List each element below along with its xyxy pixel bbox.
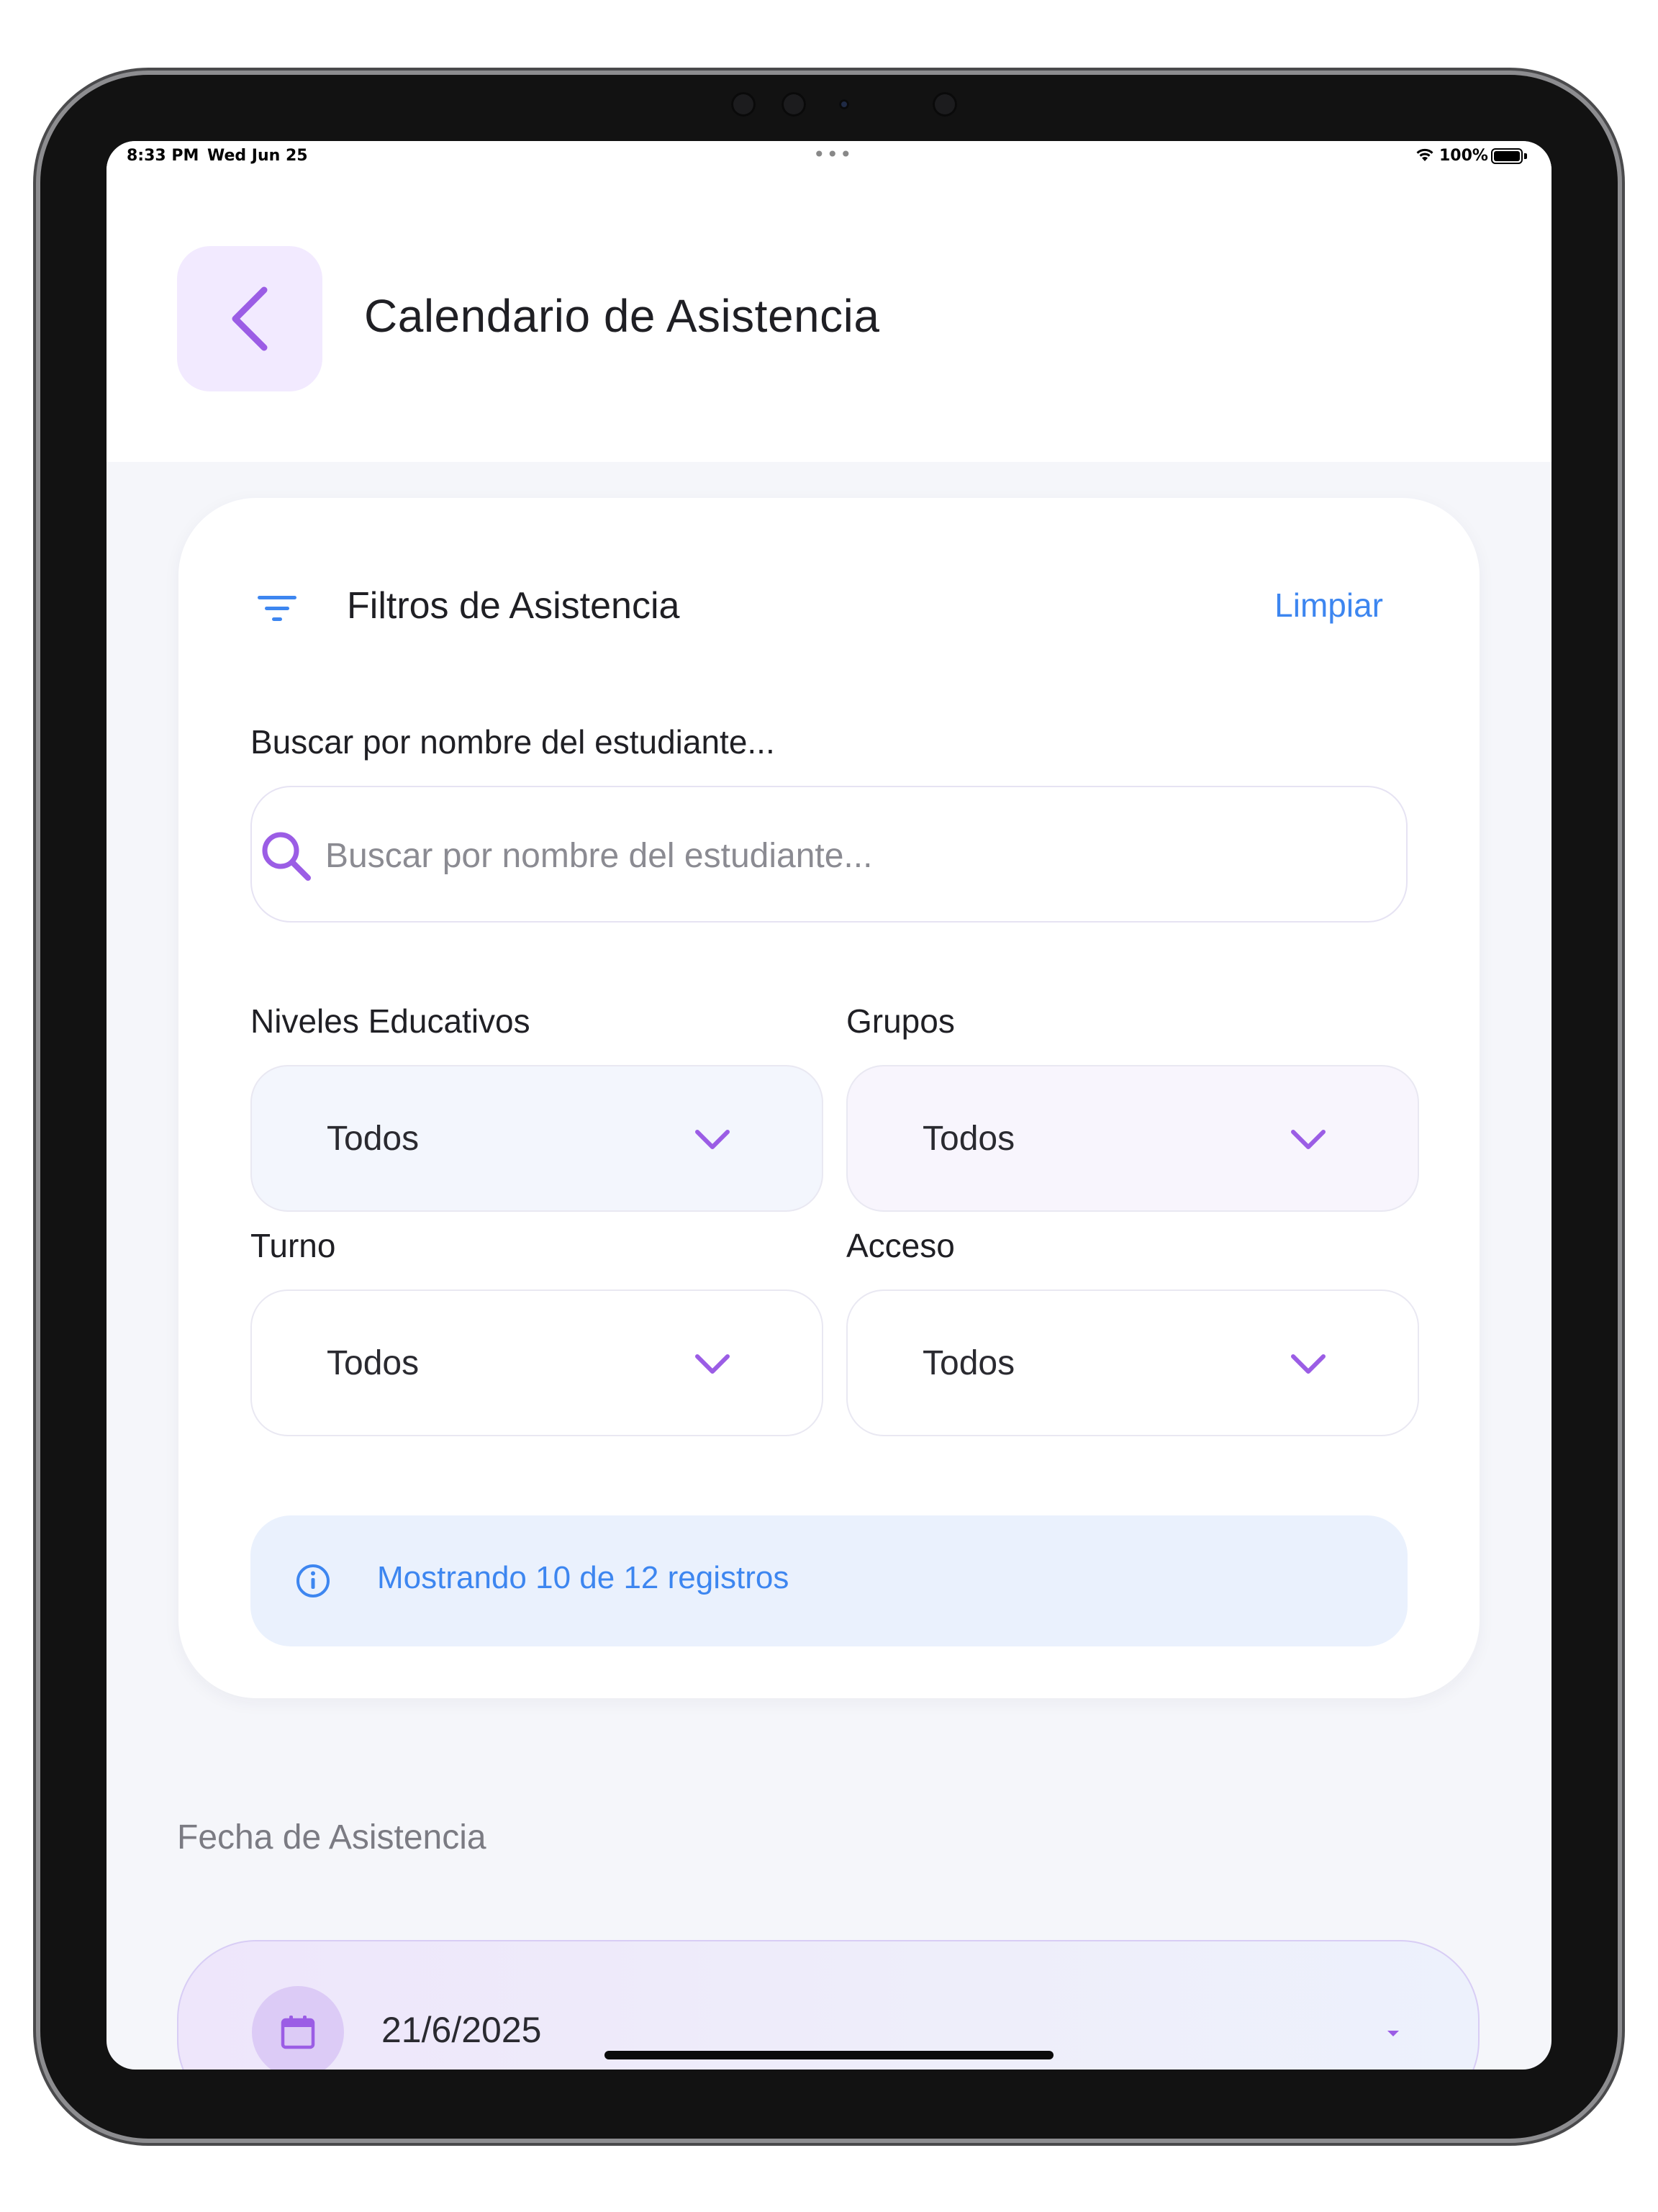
turno-value: Todos	[327, 1343, 420, 1382]
acceso-label: Acceso	[846, 1227, 955, 1264]
caret-down-icon	[1387, 2031, 1399, 2036]
date-picker[interactable]: 21/6/2025	[177, 1940, 1480, 2070]
chevron-down-icon	[1291, 1130, 1326, 1149]
battery-percentage: 100%	[1439, 147, 1488, 165]
back-button[interactable]	[177, 246, 322, 391]
results-info-box: Mostrando 10 de 12 registros	[250, 1515, 1408, 1646]
niveles-label: Niveles Educativos	[250, 1002, 530, 1040]
filter-icon	[258, 596, 296, 621]
wifi-icon	[1416, 148, 1433, 161]
calendar-icon	[281, 2016, 315, 2049]
camera-sensor	[933, 92, 957, 117]
chevron-down-icon	[695, 1354, 730, 1374]
results-info-text: Mostrando 10 de 12 registros	[377, 1560, 789, 1595]
chevron-down-icon	[695, 1130, 730, 1149]
home-indicator[interactable]	[604, 2051, 1054, 2059]
chevron-down-icon	[1291, 1354, 1326, 1374]
search-box[interactable]	[250, 786, 1408, 923]
chevron-left-icon	[232, 286, 268, 351]
turno-label: Turno	[250, 1227, 336, 1264]
multitasking-dots-icon[interactable]: •••	[813, 142, 853, 166]
niveles-select[interactable]: Todos	[250, 1065, 823, 1212]
volume-up-button	[1618, 216, 1625, 288]
turno-select[interactable]: Todos	[250, 1289, 823, 1436]
date-section-label: Fecha de Asistencia	[177, 1818, 486, 1857]
grupos-select[interactable]: Todos	[846, 1065, 1419, 1212]
camera-sensor	[782, 92, 806, 117]
volume-down-button	[1618, 308, 1625, 380]
acceso-value: Todos	[923, 1343, 1015, 1382]
date-value: 21/6/2025	[381, 2010, 542, 2050]
status-bar: 8:33 PM Wed Jun 25 ••• 100%	[107, 141, 1551, 170]
search-icon	[262, 832, 311, 881]
battery-tip	[1524, 153, 1527, 159]
status-date: Wed Jun 25	[207, 147, 308, 165]
status-time: 8:33 PM	[127, 147, 199, 165]
search-label: Buscar por nombre del estudiante...	[250, 723, 775, 761]
screen: 8:33 PM Wed Jun 25 ••• 100% Calendario d…	[107, 141, 1551, 2070]
calendar-icon-badge	[252, 1986, 344, 2070]
filters-card: Filtros de Asistencia Limpiar Buscar por…	[178, 498, 1480, 1698]
search-input[interactable]	[324, 816, 1389, 895]
grupos-label: Grupos	[846, 1002, 955, 1040]
info-icon	[296, 1564, 330, 1597]
camera-sensor	[731, 92, 756, 117]
camera-lens	[839, 99, 849, 109]
grupos-value: Todos	[923, 1119, 1015, 1158]
filters-title: Filtros de Asistencia	[347, 585, 680, 627]
page-title: Calendario de Asistencia	[364, 290, 880, 342]
clear-filters-button[interactable]: Limpiar	[1274, 586, 1383, 625]
battery-icon	[1491, 148, 1523, 164]
acceso-select[interactable]: Todos	[846, 1289, 1419, 1436]
niveles-value: Todos	[327, 1119, 420, 1158]
